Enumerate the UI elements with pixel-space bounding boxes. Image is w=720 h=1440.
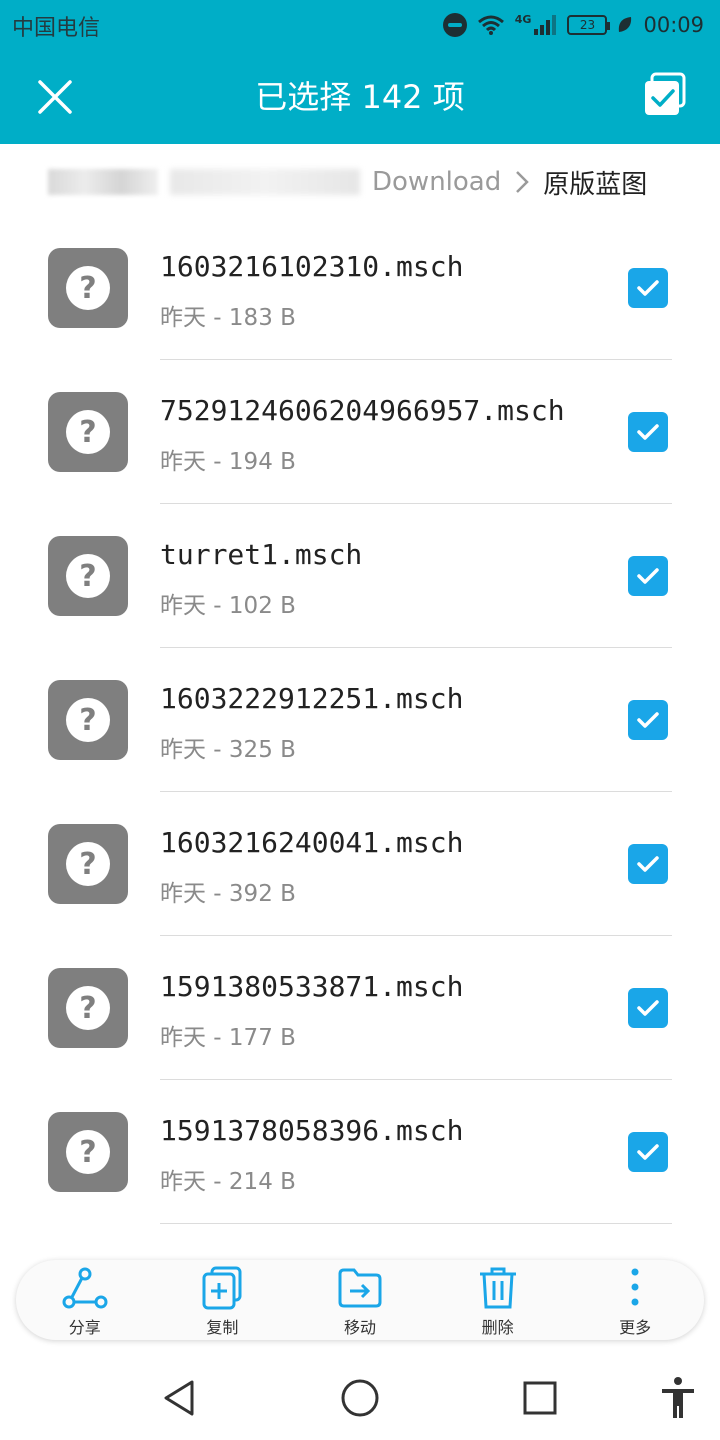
list-item[interactable]: ? turret1.msch 昨天 - 102 B: [0, 504, 720, 648]
list-item[interactable]: ? 1603216102310.msch 昨天 - 183 B: [0, 216, 720, 360]
breadcrumb-item-download[interactable]: Download: [372, 167, 501, 197]
check-icon: [637, 280, 659, 296]
unknown-file-icon: ?: [48, 392, 128, 472]
share-icon: [62, 1267, 108, 1309]
file-meta: 昨天 - 177 B: [160, 1025, 296, 1051]
page-title: 已选择 142 项: [255, 78, 465, 116]
file-meta: 昨天 - 183 B: [160, 305, 296, 331]
list-item[interactable]: ? 1591380533871.msch 昨天 - 177 B: [0, 936, 720, 1080]
recents-button[interactable]: [518, 1376, 562, 1420]
checkbox[interactable]: [628, 988, 668, 1028]
unknown-file-icon: ?: [48, 824, 128, 904]
check-icon: [637, 1144, 659, 1160]
file-meta: 昨天 - 214 B: [160, 1169, 296, 1195]
select-all-icon: [645, 72, 686, 115]
share-button[interactable]: 分享: [16, 1260, 154, 1340]
system-nav-bar: [0, 1356, 720, 1440]
file-name: 1591378058396.msch: [160, 1114, 464, 1147]
blurred-path-segment: [48, 169, 158, 195]
status-bar: 中国电信 4G 23 00:09: [0, 0, 720, 50]
blurred-path-segment: [170, 169, 360, 195]
more-label: 更多: [619, 1318, 652, 1337]
select-all-button[interactable]: [642, 72, 688, 118]
move-button[interactable]: 移动: [291, 1260, 429, 1340]
file-meta: 昨天 - 194 B: [160, 449, 296, 475]
copy-label: 复制: [206, 1318, 239, 1337]
check-icon: [637, 856, 659, 872]
list-item[interactable]: ? 7529124606204966957.msch 昨天 - 194 B: [0, 360, 720, 504]
list-item[interactable]: ? 1591378058396.msch 昨天 - 214 B: [0, 1080, 720, 1224]
bottom-action-bar: 分享 复制 移动 删除 更多: [16, 1260, 704, 1340]
checkbox[interactable]: [628, 700, 668, 740]
back-button[interactable]: [158, 1376, 202, 1420]
check-icon: [637, 1000, 659, 1016]
check-icon: [637, 568, 659, 584]
breadcrumb: Download 原版蓝图: [0, 144, 720, 220]
checkbox[interactable]: [628, 1132, 668, 1172]
file-list: ? 1603216102310.msch 昨天 - 183 B ? 752912…: [0, 216, 720, 1224]
unknown-file-icon: ?: [48, 1112, 128, 1192]
checkbox[interactable]: [628, 412, 668, 452]
home-button[interactable]: [338, 1376, 382, 1420]
unknown-file-icon: ?: [48, 680, 128, 760]
accessibility-icon: [662, 1377, 694, 1418]
breadcrumb-current: 原版蓝图: [543, 169, 648, 200]
unknown-file-icon: ?: [48, 248, 128, 328]
carrier-label: 中国电信: [12, 16, 101, 41]
file-name: turret1.msch: [160, 538, 363, 571]
copy-icon: [202, 1266, 242, 1310]
do-not-disturb-icon: [442, 13, 467, 37]
list-item[interactable]: ? 1603216240041.msch 昨天 - 392 B: [0, 792, 720, 936]
chevron-right-icon: [515, 169, 530, 195]
status-icons: 4G 23 00:09: [442, 10, 704, 40]
file-name: 1603222912251.msch: [160, 682, 464, 715]
checkbox[interactable]: [628, 844, 668, 884]
leaf-icon: [619, 17, 632, 32]
file-meta: 昨天 - 102 B: [160, 593, 296, 619]
delete-button[interactable]: 删除: [429, 1260, 567, 1340]
unknown-file-icon: ?: [48, 536, 128, 616]
move-icon: [338, 1268, 382, 1308]
file-name: 7529124606204966957.msch: [160, 394, 565, 427]
divider: [160, 1223, 672, 1224]
move-label: 移动: [343, 1318, 376, 1337]
delete-label: 删除: [481, 1318, 514, 1337]
unknown-file-icon: ?: [48, 968, 128, 1048]
recents-icon: [523, 1381, 557, 1415]
top-app-bar: 中国电信 4G 23 00:09 已选择 142 项: [0, 0, 720, 144]
accessibility-button[interactable]: [656, 1376, 700, 1420]
file-name: 1603216240041.msch: [160, 826, 464, 859]
file-meta: 昨天 - 325 B: [160, 737, 296, 763]
share-label: 分享: [68, 1318, 101, 1337]
list-item[interactable]: ? 1603222912251.msch 昨天 - 325 B: [0, 648, 720, 792]
back-icon: [164, 1380, 194, 1416]
wifi-icon: [477, 15, 504, 35]
battery-icon: 23: [567, 15, 611, 35]
signal-icon: [534, 15, 557, 35]
file-meta: 昨天 - 392 B: [160, 881, 296, 907]
file-name: 1603216102310.msch: [160, 250, 464, 283]
more-icon: [631, 1268, 639, 1306]
checkbox[interactable]: [628, 268, 668, 308]
network-type-label: 4G: [514, 12, 532, 26]
file-name: 1591380533871.msch: [160, 970, 464, 1003]
check-icon: [637, 424, 659, 440]
clock: 00:09: [643, 13, 704, 37]
more-button[interactable]: 更多: [566, 1260, 704, 1340]
copy-button[interactable]: 复制: [154, 1260, 292, 1340]
check-icon: [637, 712, 659, 728]
delete-icon: [479, 1267, 516, 1309]
home-icon: [341, 1379, 379, 1417]
checkbox[interactable]: [628, 556, 668, 596]
